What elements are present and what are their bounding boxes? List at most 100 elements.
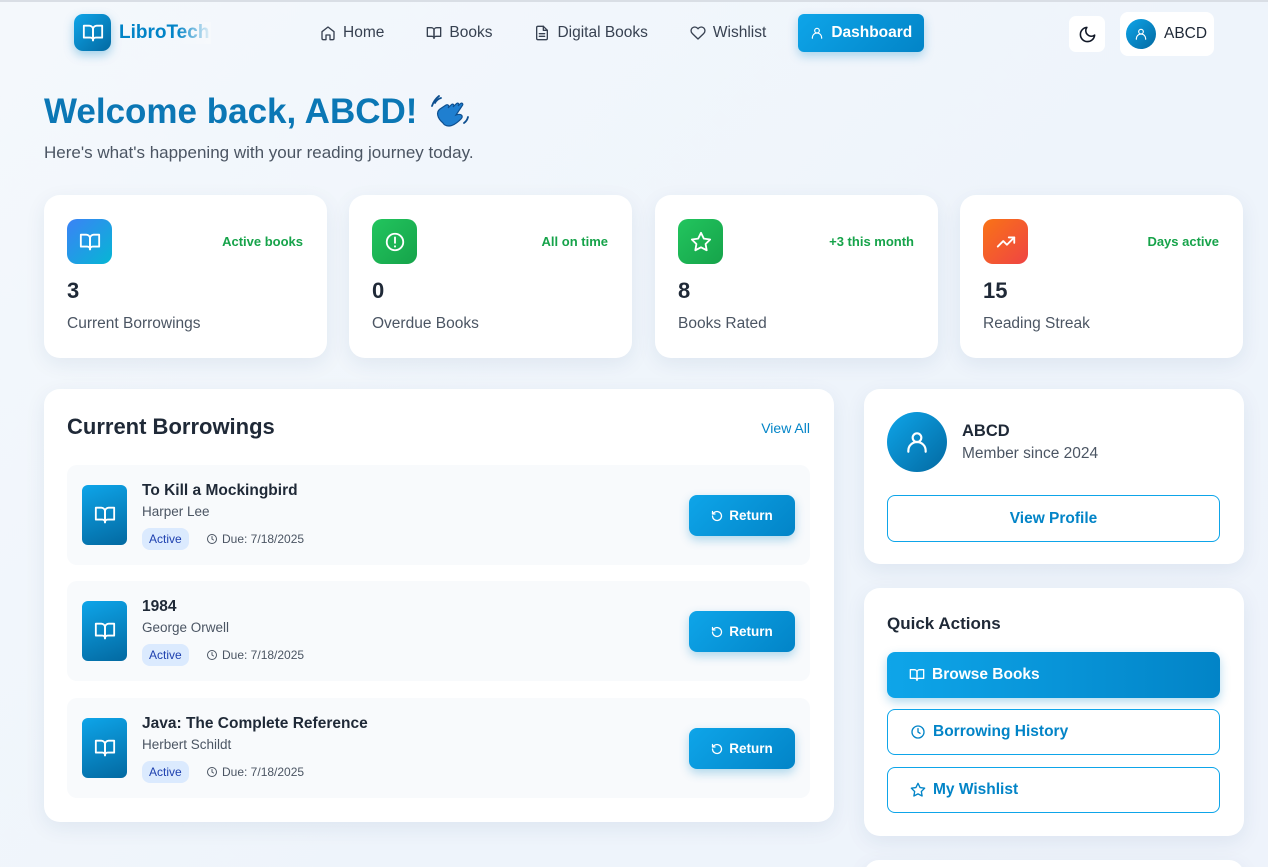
home-icon xyxy=(321,26,335,41)
book-title: 1984 xyxy=(142,598,177,615)
stat-card-current-borrowings: Active books 3 Current Borrowings xyxy=(44,195,327,358)
view-all-link[interactable]: View All xyxy=(761,420,810,436)
heart-icon xyxy=(690,26,706,40)
clock-icon xyxy=(207,534,217,544)
return-label: Return xyxy=(729,508,773,523)
star-icon xyxy=(910,782,926,797)
borrowing-history-button[interactable]: Borrowing History xyxy=(887,709,1220,755)
stat-value: 8 xyxy=(678,278,691,303)
book-icon xyxy=(909,669,925,681)
my-wishlist-button[interactable]: My Wishlist xyxy=(887,767,1220,813)
stat-tag: Active books xyxy=(222,234,303,249)
alert-circle-icon xyxy=(372,219,417,264)
nav-wishlist[interactable]: Wishlist xyxy=(680,14,776,52)
stat-card-books-rated: +3 this month 8 Books Rated xyxy=(655,195,938,358)
quick-actions-panel: Quick Actions Browse Books Borrowing His… xyxy=(864,588,1244,836)
status-badge: Active xyxy=(142,528,189,550)
current-borrowings-panel: Current Borrowings View All To Kill a Mo… xyxy=(44,389,834,822)
trending-up-icon xyxy=(983,219,1028,264)
book-cover xyxy=(82,601,127,661)
user-icon xyxy=(907,432,927,453)
book-logo-icon xyxy=(74,14,111,51)
stat-label: Reading Streak xyxy=(983,315,1090,332)
return-label: Return xyxy=(729,624,773,639)
book-icon xyxy=(94,506,115,524)
due-date: Due: 7/18/2025 xyxy=(206,648,304,662)
waving-hand-icon xyxy=(431,95,470,127)
stat-label: Books Rated xyxy=(678,315,767,332)
stat-label: Overdue Books xyxy=(372,315,479,332)
nav-dashboard-label: Dashboard xyxy=(831,24,913,41)
browse-books-label: Browse Books xyxy=(932,666,1040,683)
book-title: Java: The Complete Reference xyxy=(142,715,368,732)
user-icon xyxy=(1135,28,1147,40)
page-subtitle: Here's what's happening with your readin… xyxy=(44,143,474,162)
user-menu-button[interactable]: ABCD xyxy=(1120,12,1214,56)
page-title: Welcome back, ABCD! xyxy=(44,92,471,132)
book-cover xyxy=(82,485,127,545)
nav-wishlist-label: Wishlist xyxy=(712,24,767,41)
status-badge: Active xyxy=(142,644,189,666)
nav-digital-books[interactable]: Digital Books xyxy=(524,14,657,52)
rotate-ccw-icon xyxy=(712,510,723,521)
nav-home[interactable]: Home xyxy=(310,14,394,52)
borrowing-history-label: Borrowing History xyxy=(933,723,1069,740)
return-button[interactable]: Return xyxy=(689,728,795,769)
clock-icon xyxy=(911,725,925,739)
clock-icon xyxy=(207,650,217,660)
nav-books[interactable]: Books xyxy=(416,14,502,52)
brand-name: LibroTech xyxy=(119,21,212,44)
status-badge: Active xyxy=(142,761,189,783)
brand-logo[interactable]: LibroTech xyxy=(74,14,212,51)
section-title: Quick Actions xyxy=(887,614,1001,633)
due-date: Due: 7/18/2025 xyxy=(206,765,304,779)
browse-books-button[interactable]: Browse Books xyxy=(887,652,1220,698)
book-open-icon xyxy=(67,219,112,264)
nav-books-label: Books xyxy=(449,24,493,41)
return-button[interactable]: Return xyxy=(689,495,795,536)
view-profile-button[interactable]: View Profile xyxy=(887,495,1220,542)
next-card xyxy=(864,860,1244,867)
stat-tag: +3 this month xyxy=(829,234,914,249)
book-title: To Kill a Mockingbird xyxy=(142,482,298,499)
due-date-text: Due: 7/18/2025 xyxy=(222,765,305,779)
book-icon xyxy=(94,739,115,757)
rotate-ccw-icon xyxy=(712,626,723,637)
profile-card: ABCD Member since 2024 View Profile xyxy=(864,389,1244,564)
list-item: To Kill a Mockingbird Harper Lee Active … xyxy=(67,465,810,565)
list-item: Java: The Complete Reference Herbert Sch… xyxy=(67,698,810,798)
stat-value: 3 xyxy=(67,278,80,303)
rotate-ccw-icon xyxy=(712,743,723,754)
nav-links: Home Books Digital Books Wishlist Dashbo… xyxy=(310,14,946,52)
return-button[interactable]: Return xyxy=(689,611,795,652)
user-name: ABCD xyxy=(1164,25,1208,42)
moon-icon xyxy=(1079,26,1095,42)
stat-value: 0 xyxy=(372,278,385,303)
book-cover xyxy=(82,718,127,778)
due-date: Due: 7/18/2025 xyxy=(206,532,304,546)
book-icon xyxy=(94,622,115,640)
stat-tag: Days active xyxy=(1147,234,1219,249)
nav-home-label: Home xyxy=(343,24,385,41)
profile-name: ABCD xyxy=(962,422,1010,440)
stat-tag: All on time xyxy=(541,234,608,249)
navbar: LibroTech Home Books Digital Books Wishl… xyxy=(0,2,1268,64)
user-icon xyxy=(812,27,823,39)
my-wishlist-label: My Wishlist xyxy=(933,781,1019,798)
stat-value: 15 xyxy=(983,278,1008,303)
book-icon xyxy=(427,27,442,39)
section-title: Current Borrowings xyxy=(67,414,275,439)
welcome-text: Welcome back, ABCD! xyxy=(44,92,418,131)
theme-toggle-button[interactable] xyxy=(1069,16,1105,52)
due-date-text: Due: 7/18/2025 xyxy=(222,648,305,662)
avatar xyxy=(1126,19,1156,49)
nav-dashboard[interactable]: Dashboard xyxy=(798,14,925,52)
stat-card-reading-streak: Days active 15 Reading Streak xyxy=(960,195,1243,358)
book-author: Harper Lee xyxy=(142,504,210,519)
return-label: Return xyxy=(729,741,773,756)
nav-digital-books-label: Digital Books xyxy=(557,24,648,41)
stat-card-overdue-books: All on time 0 Overdue Books xyxy=(349,195,632,358)
star-icon xyxy=(678,219,723,264)
book-author: George Orwell xyxy=(142,620,230,635)
stat-label: Current Borrowings xyxy=(67,315,201,332)
